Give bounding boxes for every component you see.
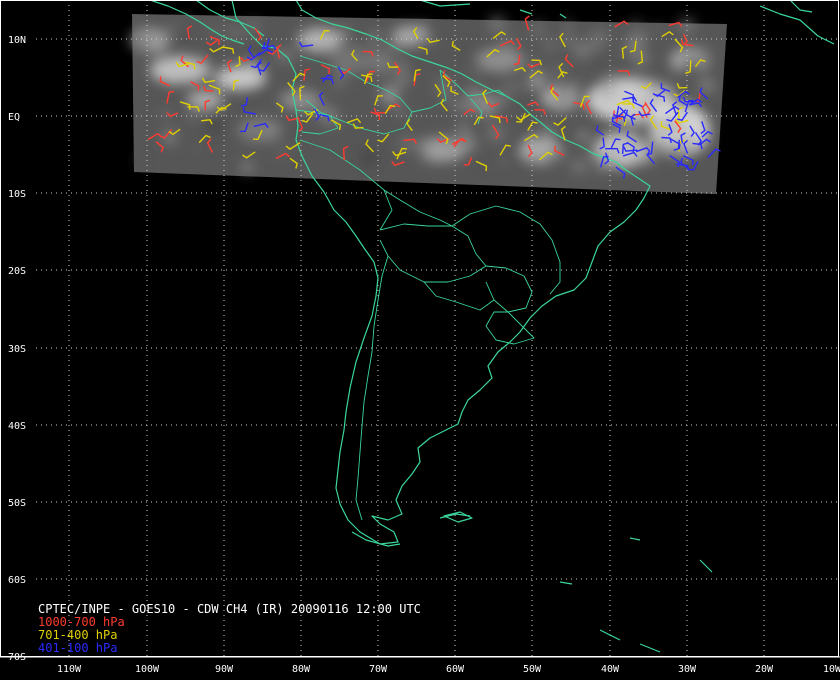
- lon-label: 30W: [678, 664, 697, 675]
- border-brazil-south: [451, 205, 561, 295]
- cloud-speckle: [396, 106, 405, 115]
- cloud-mass: [476, 48, 524, 72]
- cloud-speckle: [596, 164, 605, 173]
- cloud-speckle: [412, 144, 429, 160]
- cloud-speckle: [547, 99, 558, 109]
- cloud-speckle: [667, 73, 684, 90]
- lat-label: EQ: [8, 112, 20, 123]
- lon-label: 60W: [446, 664, 465, 675]
- border-bolivia-peru: [379, 189, 393, 231]
- cloud-speckle: [167, 25, 175, 33]
- cloud-speckle: [395, 73, 409, 87]
- cloud-speckle: [469, 69, 480, 80]
- lat-label: 20S: [8, 266, 26, 277]
- cloud-speckle: [374, 56, 394, 76]
- lon-label: 110W: [57, 664, 82, 675]
- cloud-speckle: [573, 41, 592, 59]
- longitude-labels: 110W 100W 90W 80W 70W 60W 50W 40W 30W 20…: [57, 664, 840, 675]
- cloud-speckle: [338, 28, 350, 40]
- cloud-speckle: [240, 160, 255, 175]
- map-view: 10N EQ 10S 20S 30S 40S 50S 60S 70S 110W …: [0, 0, 840, 675]
- latitude-labels: 10N EQ 10S 20S 30S 40S 50S 60S 70S: [8, 35, 26, 663]
- cloud-speckle: [681, 55, 702, 76]
- cloud-speckle: [205, 115, 224, 135]
- falklands-and-south-islands: [443, 511, 661, 653]
- lat-label: 70S: [8, 652, 26, 663]
- lat-label: 50S: [8, 498, 26, 509]
- cloud-speckle: [652, 24, 664, 36]
- cloud-speckle: [589, 28, 609, 48]
- border-argentina-chile: [355, 255, 389, 521]
- legend-entry-high-level: 401-100 hPa: [38, 641, 118, 655]
- border-uruguay: [485, 311, 535, 345]
- cloud-speckle: [455, 122, 472, 138]
- cloud-speckle: [638, 77, 648, 87]
- cloud-mass: [298, 28, 342, 52]
- lat-label: 30S: [8, 344, 26, 355]
- lat-label: 10S: [8, 189, 26, 200]
- cloud-speckle: [159, 52, 169, 62]
- cloud-speckle: [562, 20, 574, 31]
- cloud-speckle: [571, 158, 588, 175]
- cloud-speckle: [331, 76, 345, 90]
- cloud-speckle: [491, 143, 510, 163]
- cloud-speckle: [594, 44, 601, 52]
- tierra-del-fuego: [351, 513, 713, 585]
- cloud-speckle: [512, 154, 526, 168]
- cloud-speckle: [461, 41, 470, 51]
- lon-label: 90W: [215, 664, 234, 675]
- lon-label: 40W: [601, 664, 620, 675]
- cloud-speckle: [654, 152, 666, 164]
- lat-label: 10N: [8, 35, 26, 46]
- cloud-speckle: [135, 155, 145, 166]
- cloud-speckle: [180, 78, 189, 88]
- lon-label: 20W: [755, 664, 774, 675]
- cloud-speckle: [420, 23, 428, 31]
- cloud-speckle: [273, 141, 291, 160]
- cloud-speckle: [214, 64, 228, 77]
- cloud-speckle: [627, 20, 644, 38]
- border-bolivia: [379, 223, 487, 283]
- cloud-speckle: [204, 92, 211, 99]
- cloud-speckle: [425, 35, 435, 45]
- lon-label: 50W: [523, 664, 542, 675]
- cloud-speckle: [461, 136, 477, 152]
- lon-label: 70W: [369, 664, 388, 675]
- cloud-speckle: [488, 15, 506, 34]
- cloud-speckle: [360, 149, 378, 167]
- lon-label: 10W: [823, 664, 840, 675]
- cloud-speckle: [418, 36, 426, 44]
- cloud-speckle: [571, 80, 581, 90]
- cloud-speckle: [135, 36, 147, 48]
- cloud-speckle: [191, 143, 202, 153]
- cloud-speckle: [546, 41, 555, 50]
- lon-label: 80W: [292, 664, 311, 675]
- cloud-speckle: [186, 111, 198, 123]
- cloud-speckle: [630, 54, 646, 71]
- cloud-speckle: [161, 109, 171, 119]
- cloud-speckle: [613, 67, 622, 76]
- lat-label: 40S: [8, 421, 26, 432]
- cloud-speckle: [358, 43, 373, 58]
- border-paraguay: [485, 265, 533, 313]
- lat-label: 60S: [8, 575, 26, 586]
- lon-label: 100W: [135, 664, 160, 675]
- border-argentina-north: [423, 281, 495, 311]
- cloud-speckle: [596, 83, 614, 101]
- cloud-speckle: [594, 48, 613, 68]
- cloud-speckle: [428, 73, 442, 87]
- cloud-speckle: [501, 79, 516, 94]
- cloud-speckle: [698, 45, 714, 61]
- cloud-speckle: [577, 130, 590, 143]
